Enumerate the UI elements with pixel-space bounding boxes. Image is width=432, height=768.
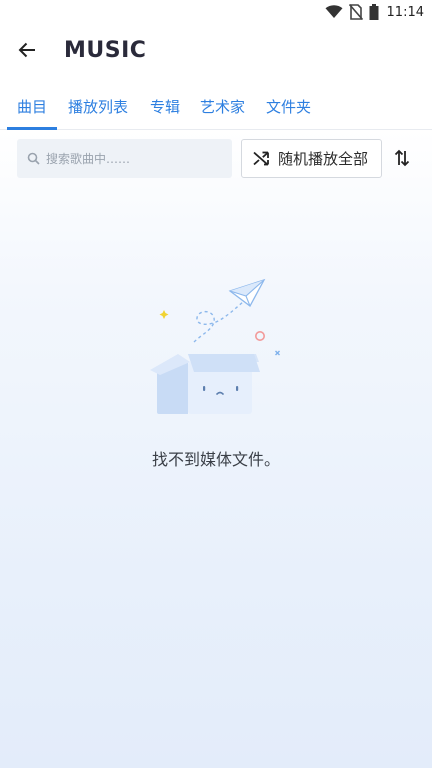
tab-label: 播放列表 — [67, 98, 128, 116]
search-placeholder: 搜索歌曲中…… — [46, 152, 131, 166]
page-title: MUSIC — [64, 37, 147, 63]
no-sim-icon — [348, 4, 363, 20]
back-button[interactable] — [7, 30, 47, 70]
paper-plane — [228, 278, 266, 307]
sort-arrows-icon — [394, 149, 410, 167]
arrow-left-icon — [18, 42, 35, 58]
wifi-icon — [325, 5, 343, 19]
tab-label: 专辑 — [149, 98, 180, 116]
status-bar: 11:14 — [0, 0, 432, 24]
blue-cross — [275, 350, 280, 356]
search-input[interactable]: 搜索歌曲中…… — [17, 139, 232, 178]
sort-button[interactable] — [388, 144, 416, 172]
tab-albums[interactable]: 专辑 — [145, 84, 185, 129]
box-eye-left — [203, 386, 206, 391]
tab-playlists[interactable]: 播放列表 — [63, 84, 133, 129]
battery-icon — [369, 4, 379, 20]
box-flap-right — [188, 354, 260, 372]
search-icon — [27, 152, 40, 165]
flight-path — [193, 301, 244, 343]
tab-label: 文件夹 — [265, 98, 311, 116]
red-circle — [255, 330, 266, 341]
sparkle-yellow — [159, 310, 169, 319]
tab-bar: 曲目 播放列表 专辑 艺术家 文件夹 — [0, 84, 432, 130]
app-header: MUSIC — [0, 24, 432, 76]
music-screen: 11:14 MUSIC 曲目 播放列表 专辑 艺术家 文件夹 搜索歌曲中…… 随… — [0, 0, 432, 768]
tab-label: 艺术家 — [199, 98, 245, 116]
empty-box-illustration — [150, 278, 280, 414]
tab-tracks[interactable]: 曲目 — [7, 84, 57, 130]
tab-folders[interactable]: 文件夹 — [261, 84, 316, 129]
box-eye-right — [236, 386, 239, 391]
clock: 11:14 — [386, 4, 424, 20]
shuffle-all-button[interactable]: 随机播放全部 — [241, 139, 382, 178]
shuffle-icon — [253, 151, 269, 166]
shuffle-all-label: 随机播放全部 — [278, 150, 369, 168]
empty-state-message: 找不到媒体文件。 — [151, 450, 280, 469]
tab-artists[interactable]: 艺术家 — [195, 84, 250, 129]
tab-label: 曲目 — [16, 98, 47, 116]
